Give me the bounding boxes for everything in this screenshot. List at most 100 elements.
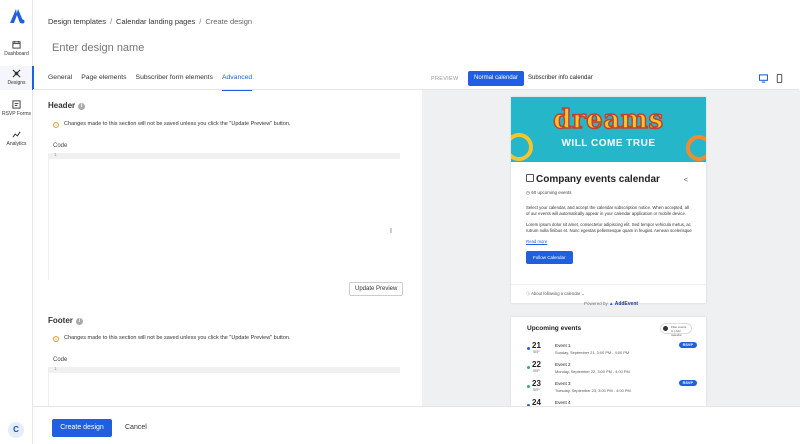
breadcrumb-separator: / <box>109 17 113 26</box>
event-name: Event 3 <box>555 381 571 386</box>
form-icon <box>12 100 21 109</box>
event-month: SEP <box>533 350 540 354</box>
header-notice-text: Changes made to this section will not be… <box>64 121 291 127</box>
advanced-editor-panel: Header i ! Changes made to this section wi… <box>33 90 422 406</box>
nav-item-analytics[interactable]: Analytics <box>0 130 33 152</box>
event-day: 22 <box>532 360 541 369</box>
banner-image: dreams WILL COME TRUE <box>511 97 706 162</box>
share-icon[interactable]: < <box>684 177 688 184</box>
nav-label-designs: Designs <box>7 80 26 86</box>
follow-calendar-button[interactable]: Follow Calendar <box>526 251 573 264</box>
breadcrumb-separator: / <box>199 17 202 26</box>
event-row[interactable]: 21 SEP Event 1 Sunday, September 21, 3:0… <box>527 341 697 359</box>
powered-by-brand: AddEvent <box>614 301 639 307</box>
add-calendar-button[interactable]: Filter events to | Add calendar <box>660 323 692 337</box>
info-icon[interactable]: i <box>78 103 86 110</box>
banner-title: dreams <box>553 104 664 136</box>
cancel-button[interactable]: Cancel <box>125 419 147 437</box>
header-notice: ! Changes made to this section will not b… <box>53 121 290 128</box>
app-logo-icon[interactable] <box>9 8 25 24</box>
upcoming-events-card: Upcoming events Filter events to | Add c… <box>511 317 706 406</box>
update-preview-button[interactable]: Update Preview <box>349 282 404 296</box>
powered-by: Powered by ▲ AddEvent <box>422 301 800 307</box>
event-day: 24 <box>532 398 541 406</box>
event-row[interactable]: 24 Event 4 <box>527 398 697 406</box>
mobile-icon[interactable] <box>775 74 784 83</box>
action-bar: Create design Cancel <box>33 406 800 444</box>
event-dot <box>527 366 530 369</box>
calendar-title: Company events calendar <box>526 174 692 185</box>
upcoming-count-text: 60 upcoming events <box>531 190 572 195</box>
upcoming-events-title: Upcoming events <box>527 325 582 332</box>
calendar-body: Company events calendar ◷ 60 upcoming ev… <box>511 162 706 303</box>
calendar-description: Select your calendar, and accept the cal… <box>526 205 689 216</box>
calendar-lorem: Lorem ipsum dolor sit amet, consectetur … <box>526 222 692 233</box>
nav-label-rsvp-forms: RSVP Forms <box>1 111 32 117</box>
app-root: Dashboard Designs RSVP Forms Analytics C… <box>0 0 800 444</box>
event-time: Monday, September 22, 3:00 PM - 4:00 PM <box>555 369 630 374</box>
event-time: Tuesday, September 23, 3:00 PM - 4:00 PM <box>555 388 631 393</box>
header-code-label: Code <box>53 143 68 149</box>
event-month: SEP <box>533 369 540 373</box>
design-name-input[interactable] <box>52 42 352 54</box>
left-nav: Dashboard Designs RSVP Forms Analytics C <box>0 0 34 444</box>
text-cursor-icon: I <box>390 228 392 235</box>
nav-item-designs[interactable]: Designs <box>0 66 34 90</box>
nav-label-analytics: Analytics <box>6 141 27 147</box>
footer-title-text: Footer <box>48 316 73 325</box>
breadcrumb-current: Create design <box>205 17 253 26</box>
rsvp-badge[interactable]: RSVP <box>678 380 697 386</box>
header-code-editor[interactable]: 1 <box>48 153 400 280</box>
event-name: Event 1 <box>555 343 571 348</box>
event-name: Event 4 <box>555 400 571 405</box>
event-row[interactable]: 23 SEP Event 3 Tuesday, September 23, 3:… <box>527 379 697 397</box>
event-dot <box>527 347 530 350</box>
event-day: 23 <box>532 379 541 388</box>
warning-icon: ! <box>53 122 59 128</box>
tab-general[interactable]: General <box>48 72 72 90</box>
calendar-card: dreams WILL COME TRUE < Company events c… <box>511 97 706 303</box>
powered-by-text: Powered by <box>583 301 608 306</box>
breadcrumb-calendar-landing-pages[interactable]: Calendar landing pages <box>116 17 195 26</box>
header-section-title: Header i <box>48 101 86 110</box>
upcoming-count: ◷ 60 upcoming events <box>526 190 692 196</box>
tab-subscriber-form-elements[interactable]: Subscriber form elements <box>136 72 213 90</box>
calendar-preview-panel: dreams WILL COME TRUE < Company events c… <box>422 90 800 406</box>
read-more-link[interactable]: Read more <box>526 239 692 244</box>
header-title-text: Header <box>48 101 76 110</box>
event-name: Event 2 <box>555 362 571 367</box>
footer-notice-text: Changes made to this section will not be… <box>64 335 291 341</box>
tab-advanced[interactable]: Advanced <box>221 72 253 91</box>
preview-label: PREVIEW <box>431 76 459 82</box>
calendar-title-text: Company events calendar <box>536 174 660 185</box>
banner-subtitle: WILL COME TRUE <box>561 138 656 149</box>
about-following-text: About following a calendar <box>531 291 581 296</box>
nav-item-rsvp-forms[interactable]: RSVP Forms <box>0 100 33 122</box>
user-avatar[interactable]: C <box>8 422 24 438</box>
palette-icon <box>12 69 21 78</box>
info-icon[interactable]: i <box>75 318 83 325</box>
breadcrumb: Design templates / Calendar landing pages /… <box>48 17 252 26</box>
nav-label-dashboard: Dashboard <box>4 51 29 57</box>
event-day: 21 <box>532 341 541 350</box>
footer-section-title: Footer i <box>48 316 83 325</box>
event-time: Sunday, September 21, 3:00 PM - 4:00 PM <box>555 350 630 355</box>
subscriber-info-calendar-button[interactable]: Subscriber info calendar <box>522 71 599 86</box>
settings-tabs: General Page elements Subscriber form el… <box>48 72 253 91</box>
chevron-down-icon: ⌄ <box>580 291 585 296</box>
rsvp-badge[interactable]: RSVP <box>678 342 697 348</box>
normal-calendar-button[interactable]: Normal calendar <box>468 71 525 86</box>
footer-code-editor[interactable]: 1 <box>48 367 400 406</box>
breadcrumb-design-templates[interactable]: Design templates <box>48 17 106 26</box>
create-design-button[interactable]: Create design <box>52 419 112 437</box>
header-code-line-1: 1 <box>49 153 400 159</box>
chart-icon <box>12 131 21 138</box>
event-row[interactable]: 22 SEP Event 2 Monday, September 22, 3:0… <box>527 360 697 378</box>
event-month: SEP <box>533 388 540 392</box>
warning-icon: ! <box>53 336 59 342</box>
footer-code-label: Code <box>53 357 68 363</box>
nav-item-dashboard[interactable]: Dashboard <box>0 40 33 62</box>
footer-notice: ! Changes made to this section will not b… <box>53 335 290 342</box>
desktop-icon[interactable] <box>759 74 768 83</box>
tab-page-elements[interactable]: Page elements <box>81 72 126 90</box>
